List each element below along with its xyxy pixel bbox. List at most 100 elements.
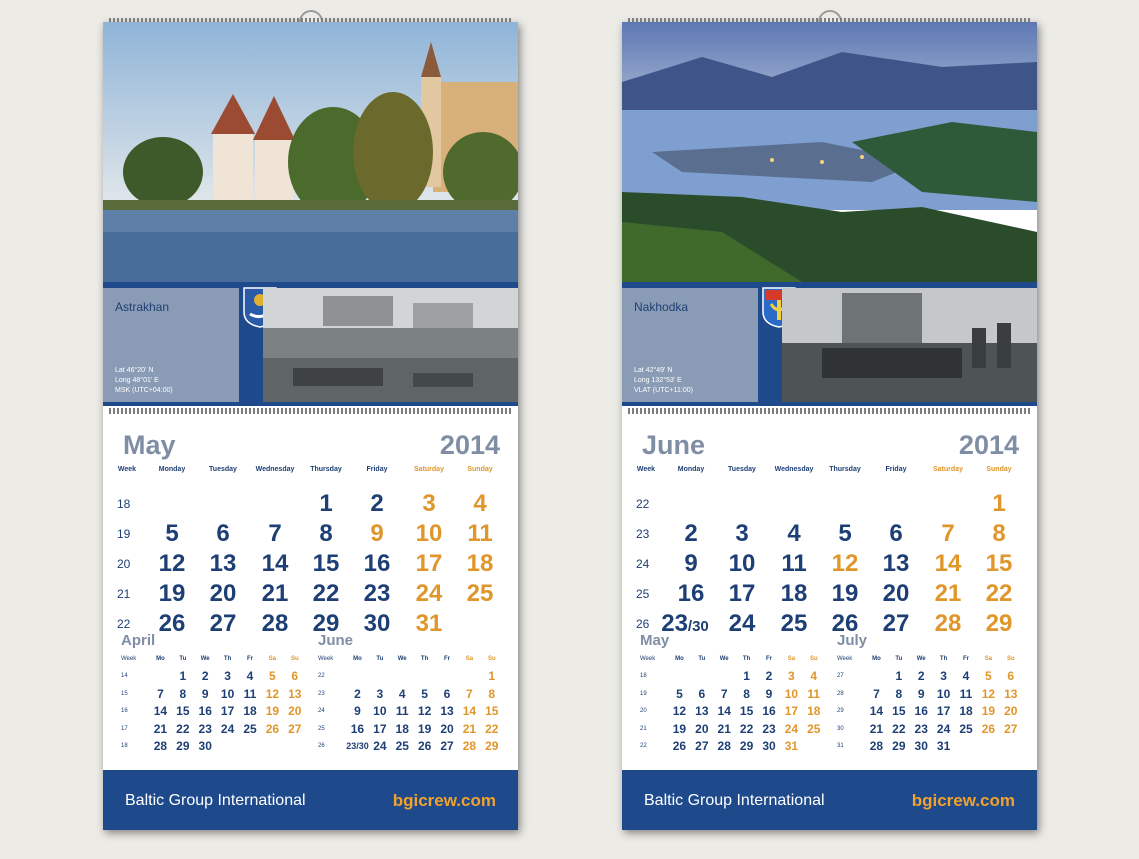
mini-day-cell: 30 [914, 739, 928, 754]
day-cell[interactable]: 4 [770, 520, 818, 548]
week-number: 26 [636, 617, 650, 631]
mini-day-cell: 4 [962, 669, 970, 684]
mini-weekday-header: Tu [376, 655, 384, 662]
mini-weekday-header: Fr [962, 655, 969, 662]
mini-day-cell: 6 [1007, 669, 1015, 684]
mini-weekday-header: Tu [698, 655, 706, 662]
mini-day-cell: 29 [892, 739, 906, 754]
weekday-header: Monday [677, 466, 705, 473]
day-cell[interactable]: 15 [302, 550, 350, 578]
day-cell[interactable]: 14 [924, 550, 972, 578]
day-cell[interactable]: 23 [353, 580, 401, 608]
website-link[interactable]: bgicrew.com [393, 791, 496, 811]
mini-weekday-header: Su [290, 655, 299, 662]
day-cell[interactable]: 13 [872, 550, 920, 578]
day-cell[interactable]: 1 [975, 490, 1023, 518]
day-cell[interactable]: 7 [924, 520, 972, 548]
mini-week-number: 21 [640, 725, 647, 732]
mini-day-cell: 3 [788, 669, 795, 684]
day-cell[interactable]: 13 [199, 550, 247, 578]
mini-day-cell: 31 [784, 739, 799, 754]
weekday-header: Week [117, 466, 137, 473]
website-link[interactable]: bgicrew.com [912, 791, 1015, 811]
day-cell[interactable]: 5 [821, 520, 869, 548]
day-cell[interactable]: 20 [199, 580, 247, 608]
day-cell[interactable]: 6 [872, 520, 920, 548]
mini-day-cell: 29 [739, 739, 754, 754]
day-cell[interactable]: 21 [251, 580, 299, 608]
day-cell[interactable]: 21 [924, 580, 972, 608]
day-cell[interactable]: 19 [821, 580, 869, 608]
day-cell[interactable]: 10 [718, 550, 766, 578]
day-cell[interactable]: 12 [821, 550, 869, 578]
mini-day-cell: 23 [914, 721, 928, 736]
mini-week-row: 22 1 [318, 668, 503, 686]
mini-day-cell: 17 [784, 704, 799, 719]
mini-day-cell: 28 [717, 739, 731, 754]
mini-day-cell: 16 [198, 704, 212, 719]
day-cell[interactable]: 17 [718, 580, 766, 608]
day-cell[interactable]: 15 [975, 550, 1023, 578]
mini-week-row: 23 2 3 4 5 6 7 8 [318, 685, 503, 703]
mini-day-cell: 16 [350, 721, 365, 736]
day-cell[interactable]: 24 [405, 580, 453, 608]
week-number: 25 [636, 587, 650, 601]
day-cell[interactable]: 25 [456, 580, 504, 608]
day-cell[interactable]: 16 [667, 580, 715, 608]
day-cell[interactable]: 3 [718, 520, 766, 548]
mini-day-cell: 23 [762, 721, 776, 736]
mini-weekday-header: Fr [765, 655, 772, 662]
mini-day-cell: 12 [265, 686, 280, 701]
mini-weekday-header: Th [939, 655, 948, 662]
day-cell[interactable]: 3 [405, 490, 453, 518]
mini-weekday-header: We [916, 655, 926, 662]
mini-weekday-header: Sa [268, 655, 277, 662]
day-cell[interactable]: 2 [667, 520, 715, 548]
weekday-header: Week [636, 466, 656, 473]
day-cell[interactable]: 8 [302, 520, 350, 548]
day-cell[interactable]: 11 [770, 550, 818, 578]
day-cell[interactable]: 1 [302, 490, 350, 518]
mini-day-cell: 24 [784, 721, 799, 736]
mini-day-cell: 22 [485, 721, 499, 736]
day-cell[interactable]: 9 [667, 550, 715, 578]
mini-day-cell: 26 [981, 721, 996, 736]
weekday-header: Friday [885, 466, 907, 473]
weekday-header: Saturday [414, 466, 444, 473]
mini-day-cell: 11 [395, 704, 409, 719]
mini-weekday-header: Su [1006, 655, 1015, 662]
mini-day-cell: 26 [265, 721, 280, 736]
weekday-header: Saturday [933, 466, 963, 473]
historic-photo [782, 288, 1037, 402]
day-cell[interactable]: 2 [353, 490, 401, 518]
mini-calendar: April Week Mo Tu We Th Fr Sa Su 14 1 2 3 4 5 6 15 7 8 9 10 11… [121, 632, 306, 755]
mini-day-cell: 25 [959, 721, 973, 736]
day-cell[interactable]: 7 [251, 520, 299, 548]
day-cell[interactable]: 18 [456, 550, 504, 578]
day-cell[interactable]: 14 [251, 550, 299, 578]
mini-day-cell: 26 [672, 739, 687, 754]
day-cell[interactable]: 16 [353, 550, 401, 578]
mini-day-cell: 18 [807, 704, 821, 719]
day-cell[interactable]: 5 [148, 520, 196, 548]
historic-photo [263, 288, 518, 402]
info-panel: Nakhodka Lat 42°49' N Long 132°53' E VLA… [622, 288, 758, 402]
mini-day-cell: 20 [440, 721, 454, 736]
mini-day-cell: 1 [743, 669, 750, 684]
day-cell[interactable]: 22 [302, 580, 350, 608]
day-cell[interactable]: 22 [975, 580, 1023, 608]
day-cell[interactable]: 11 [456, 520, 504, 548]
day-cell[interactable]: 9 [353, 520, 401, 548]
mini-weekday-header: Tu [179, 655, 187, 662]
day-cell[interactable]: 20 [872, 580, 920, 608]
day-cell[interactable]: 12 [148, 550, 196, 578]
day-cell[interactable]: 10 [405, 520, 453, 548]
day-cell[interactable]: 19 [148, 580, 196, 608]
mini-day-cell: 10 [220, 686, 235, 701]
day-cell[interactable]: 6 [199, 520, 247, 548]
day-cell[interactable]: 8 [975, 520, 1023, 548]
mini-week-row: 29 14 15 16 17 18 19 20 [837, 703, 1022, 721]
day-cell[interactable]: 17 [405, 550, 453, 578]
day-cell[interactable]: 4 [456, 490, 504, 518]
day-cell[interactable]: 18 [770, 580, 818, 608]
